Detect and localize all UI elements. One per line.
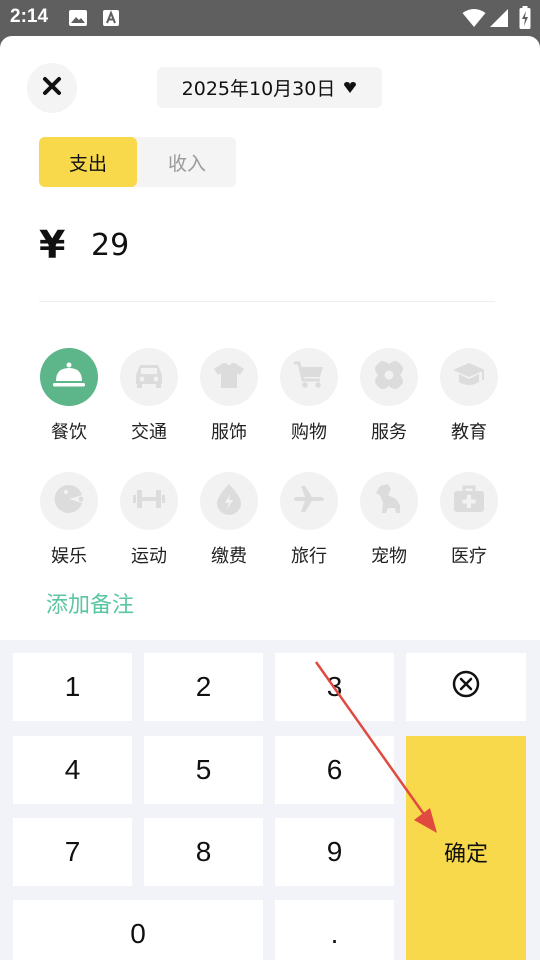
- caret-down-icon: [343, 77, 357, 99]
- category-travel[interactable]: 旅行: [270, 472, 350, 572]
- category-pets[interactable]: 宠物: [350, 472, 430, 572]
- medical-kit-icon: [453, 485, 485, 517]
- key-2[interactable]: 2: [144, 653, 263, 721]
- category-label: 医疗: [451, 546, 487, 567]
- category-sports[interactable]: 运动: [110, 472, 190, 572]
- amount-value: 29: [91, 227, 130, 263]
- category-label: 餐饮: [51, 422, 87, 443]
- divider: [39, 301, 495, 302]
- category-dining[interactable]: 餐饮: [30, 348, 110, 448]
- type-toggle: 支出 收入: [39, 137, 236, 187]
- status-bar: 2:14: [0, 0, 540, 36]
- service-icon: [374, 360, 404, 394]
- category-transport[interactable]: 交通: [110, 348, 190, 448]
- date-label: 2025年10月30日: [181, 78, 336, 100]
- category-label: 旅行: [291, 546, 327, 567]
- category-label: 交通: [131, 422, 167, 443]
- category-label: 宠物: [371, 546, 407, 567]
- amount-display: ¥ 29: [39, 222, 129, 268]
- game-icon: [53, 483, 85, 519]
- close-button[interactable]: [27, 63, 77, 113]
- dining-bell-icon: [52, 360, 86, 394]
- font-notification-icon: [102, 9, 120, 31]
- dog-icon: [374, 483, 404, 519]
- category-bills[interactable]: 缴费: [190, 472, 270, 572]
- tab-income[interactable]: 收入: [138, 137, 236, 187]
- add-note-link[interactable]: 添加备注: [46, 587, 134, 619]
- backspace-icon: [452, 670, 480, 705]
- graduation-cap-icon: [452, 361, 486, 393]
- key-7[interactable]: 7: [13, 818, 132, 886]
- category-entertainment[interactable]: 娱乐: [30, 472, 110, 572]
- tab-expense[interactable]: 支出: [39, 137, 137, 187]
- wifi-icon: [462, 8, 486, 32]
- image-notification-icon: [68, 9, 88, 31]
- category-shopping[interactable]: 购物: [270, 348, 350, 448]
- car-icon: [132, 361, 166, 393]
- cart-icon: [293, 360, 325, 394]
- category-label: 运动: [131, 546, 167, 567]
- add-record-sheet: 2025年10月30日 支出 收入 ¥ 29 餐饮 交通 服饰 购物 服务 教育…: [0, 36, 540, 960]
- category-label: 教育: [451, 422, 487, 443]
- plane-icon: [293, 484, 325, 518]
- key-0[interactable]: 0: [13, 900, 263, 960]
- category-label: 购物: [291, 422, 327, 443]
- bill-drop-icon: [215, 483, 243, 519]
- date-picker-button[interactable]: 2025年10月30日: [157, 67, 382, 108]
- number-keypad: 1 2 3 4 5 6 7 8 9 0 . 确定: [0, 640, 540, 960]
- confirm-button[interactable]: 确定: [406, 736, 526, 960]
- status-time: 2:14: [10, 6, 49, 27]
- category-label: 服饰: [211, 422, 247, 443]
- shirt-icon: [213, 361, 245, 393]
- category-label: 服务: [371, 422, 407, 443]
- key-decimal[interactable]: .: [275, 900, 394, 960]
- dumbbell-icon: [132, 487, 166, 515]
- key-3[interactable]: 3: [275, 653, 394, 721]
- key-5[interactable]: 5: [144, 736, 263, 804]
- currency-symbol: ¥: [39, 223, 66, 267]
- key-4[interactable]: 4: [13, 736, 132, 804]
- key-9[interactable]: 9: [275, 818, 394, 886]
- cell-signal-icon: [489, 8, 509, 32]
- battery-icon: [519, 6, 531, 34]
- key-6[interactable]: 6: [275, 736, 394, 804]
- backspace-button[interactable]: [406, 653, 526, 721]
- close-icon: [42, 76, 62, 100]
- category-label: 缴费: [211, 546, 247, 567]
- category-medical[interactable]: 医疗: [430, 472, 510, 572]
- key-8[interactable]: 8: [144, 818, 263, 886]
- key-1[interactable]: 1: [13, 653, 132, 721]
- category-education[interactable]: 教育: [430, 348, 510, 448]
- category-clothing[interactable]: 服饰: [190, 348, 270, 448]
- category-label: 娱乐: [51, 546, 87, 567]
- category-service[interactable]: 服务: [350, 348, 430, 448]
